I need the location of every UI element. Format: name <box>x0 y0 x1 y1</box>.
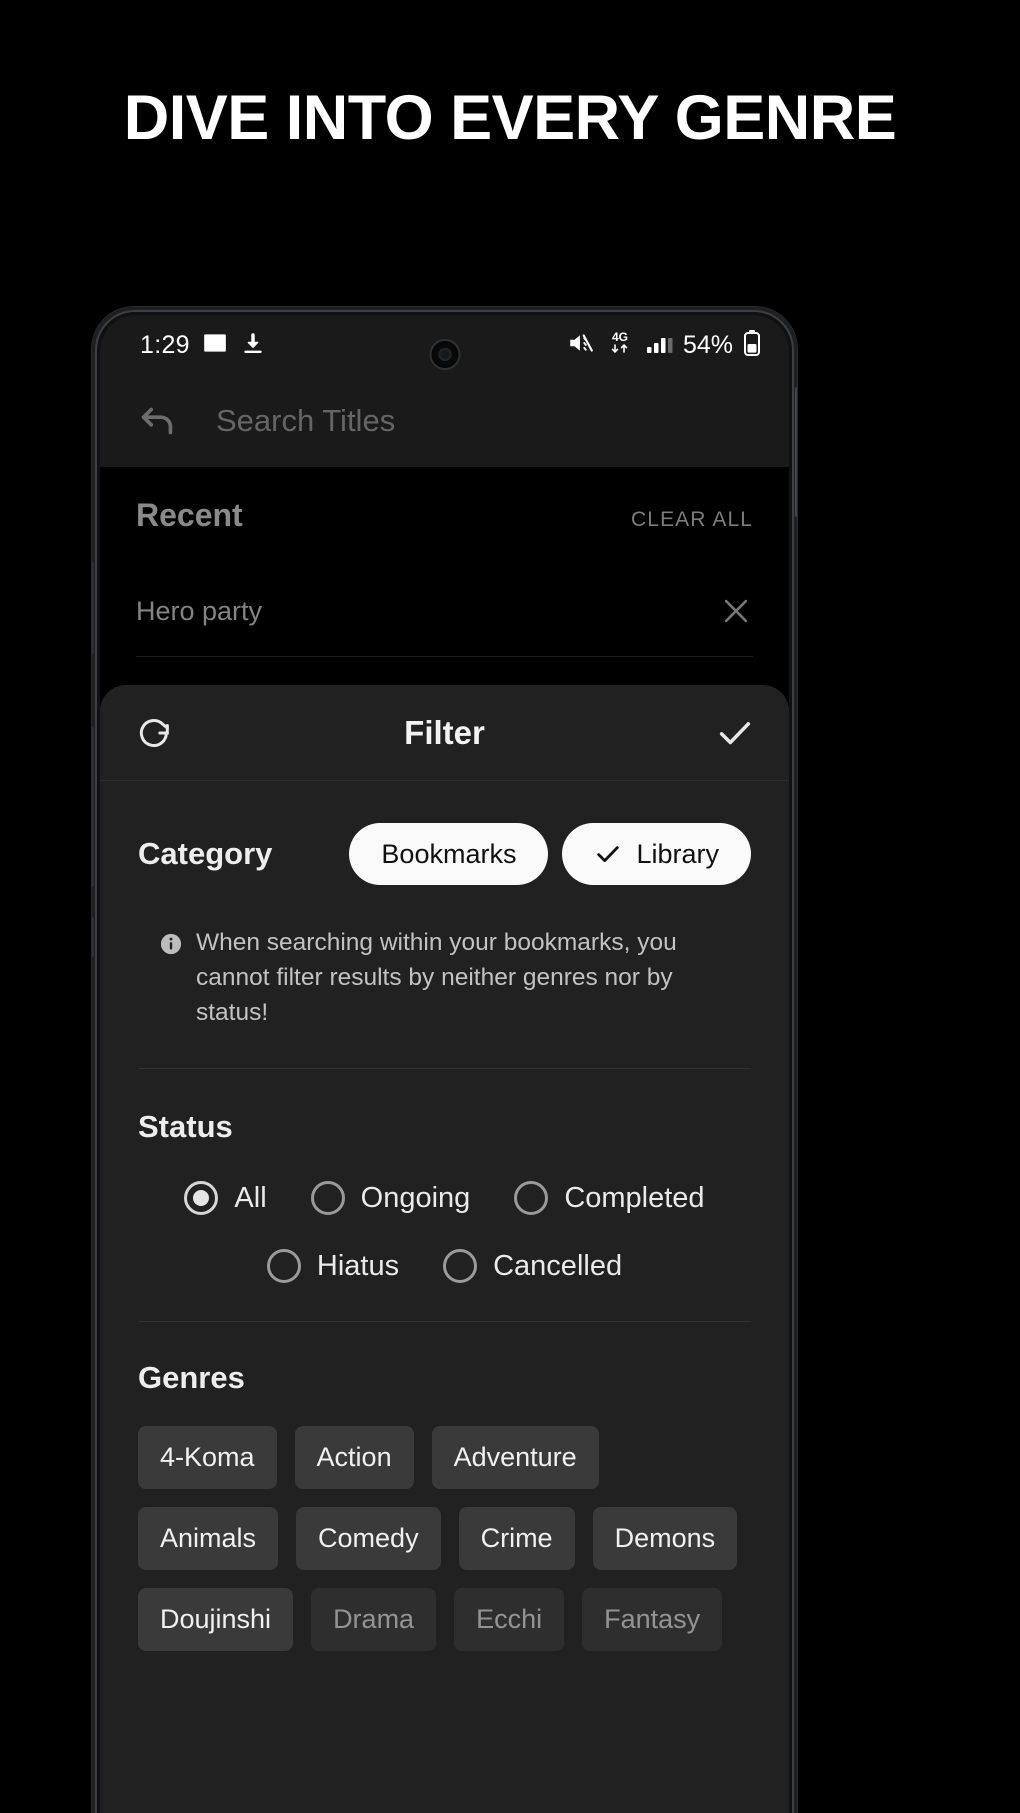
genre-chip-comedy[interactable]: Comedy <box>296 1507 441 1570</box>
recent-searches-section: Recent CLEAR ALL Hero party <box>100 467 789 657</box>
status-options-row-1: All Ongoing Completed <box>138 1181 751 1215</box>
status-option-ongoing-label: Ongoing <box>360 1181 471 1214</box>
radio-button-icon <box>184 1181 219 1215</box>
search-input[interactable]: Search Titles <box>216 403 395 439</box>
genre-chip-adventure[interactable]: Adventure <box>431 1426 599 1489</box>
genre-chip-crime[interactable]: Crime <box>458 1507 575 1570</box>
page-title: DIVE INTO EVERY GENRE <box>123 83 897 153</box>
genre-chip-fantasy[interactable]: Fantasy <box>582 1588 723 1651</box>
download-icon <box>240 330 266 361</box>
status-option-cancelled[interactable]: Cancelled <box>443 1249 622 1283</box>
filter-title: Filter <box>404 713 485 751</box>
battery-percent: 54% <box>682 330 733 359</box>
status-option-all[interactable]: All <box>184 1181 267 1215</box>
category-row: Category Bookmarks Library <box>138 781 751 885</box>
category-label: Category <box>138 836 273 871</box>
genre-chip-ecchi[interactable]: Ecchi <box>454 1588 565 1651</box>
category-options: Bookmarks Library <box>349 823 751 885</box>
back-arrow-icon[interactable] <box>134 398 180 444</box>
genre-chip-drama[interactable]: Drama <box>311 1588 437 1651</box>
side-key[interactable] <box>795 387 797 517</box>
category-option-library[interactable]: Library <box>562 823 751 885</box>
svg-text:4G: 4G <box>612 330 628 344</box>
radio-button-icon <box>443 1249 478 1283</box>
status-bar-left: 1:29 <box>140 330 266 361</box>
info-text: When searching within your bookmarks, yo… <box>196 929 677 1026</box>
status-option-ongoing[interactable]: Ongoing <box>310 1181 471 1215</box>
status-options: All Ongoing Completed Hiatus Cancelled <box>138 1145 751 1283</box>
battery-icon <box>743 329 761 362</box>
info-banner: When searching within your bookmarks, yo… <box>138 885 751 1030</box>
status-label: Status <box>138 1109 233 1144</box>
power-button[interactable] <box>92 917 94 957</box>
signal-bars-icon <box>645 331 673 360</box>
status-bar: 1:29 4G 54% <box>100 315 789 375</box>
genres-label: Genres <box>138 1360 245 1395</box>
category-option-bookmarks-label: Bookmarks <box>381 838 517 869</box>
radio-button-icon <box>310 1181 345 1215</box>
genre-chip-animals[interactable]: Animals <box>138 1507 279 1570</box>
phone-screen: 1:29 4G 54% Search Titles Recent CLEAR A… <box>100 315 789 1813</box>
status-time: 1:29 <box>140 330 190 359</box>
info-icon <box>160 933 182 955</box>
list-item[interactable]: Hero party <box>136 568 753 654</box>
image-icon <box>202 330 228 361</box>
volume-up-button[interactable] <box>92 562 94 654</box>
filter-body: Category Bookmarks Library When searchin… <box>100 781 789 1651</box>
check-icon <box>594 840 622 868</box>
status-bar-right: 4G 54% <box>567 328 761 363</box>
status-option-cancelled-label: Cancelled <box>493 1249 623 1282</box>
filter-header: Filter <box>100 685 789 781</box>
search-bar[interactable]: Search Titles <box>100 375 789 467</box>
clear-all-button[interactable]: CLEAR ALL <box>631 508 753 532</box>
genre-chip-doujinshi[interactable]: Doujinshi <box>138 1588 294 1651</box>
volume-down-button[interactable] <box>92 727 94 887</box>
filter-bottom-sheet: Filter Category Bookmarks Library When s… <box>100 685 789 1813</box>
genre-chip-4-koma[interactable]: 4-Koma <box>138 1426 277 1489</box>
front-camera-punch-hole <box>431 341 458 368</box>
close-icon[interactable] <box>719 594 753 628</box>
network-4g-icon: 4G <box>605 328 635 363</box>
check-icon[interactable] <box>715 713 755 753</box>
mute-icon <box>567 330 595 361</box>
divider <box>136 656 753 657</box>
status-option-completed-label: Completed <box>564 1181 705 1214</box>
status-options-row-2: Hiatus Cancelled <box>138 1249 751 1283</box>
recent-title: Recent <box>136 497 243 533</box>
recent-header: Recent CLEAR ALL <box>136 467 753 540</box>
genre-chip-action[interactable]: Action <box>294 1426 414 1489</box>
status-option-hiatus[interactable]: Hiatus <box>266 1249 400 1283</box>
status-option-hiatus-label: Hiatus <box>316 1249 400 1282</box>
category-option-bookmarks[interactable]: Bookmarks <box>349 823 549 885</box>
recent-item-label: Hero party <box>136 595 263 626</box>
radio-button-icon <box>514 1181 549 1215</box>
radio-button-icon <box>266 1249 301 1283</box>
category-option-library-label: Library <box>636 838 719 869</box>
phone-mockup: 1:29 4G 54% Search Titles Recent CLEAR A… <box>92 307 797 1813</box>
genre-chip-demons[interactable]: Demons <box>592 1507 738 1570</box>
promo-screenshot: DIVE INTO EVERY GENRE 1:29 4G 54% Search… <box>0 0 1020 1813</box>
status-option-completed[interactable]: Completed <box>514 1181 705 1215</box>
genre-chips: 4-Koma Action Adventure Animals Comedy C… <box>138 1396 751 1651</box>
status-option-all-label: All <box>234 1181 267 1214</box>
